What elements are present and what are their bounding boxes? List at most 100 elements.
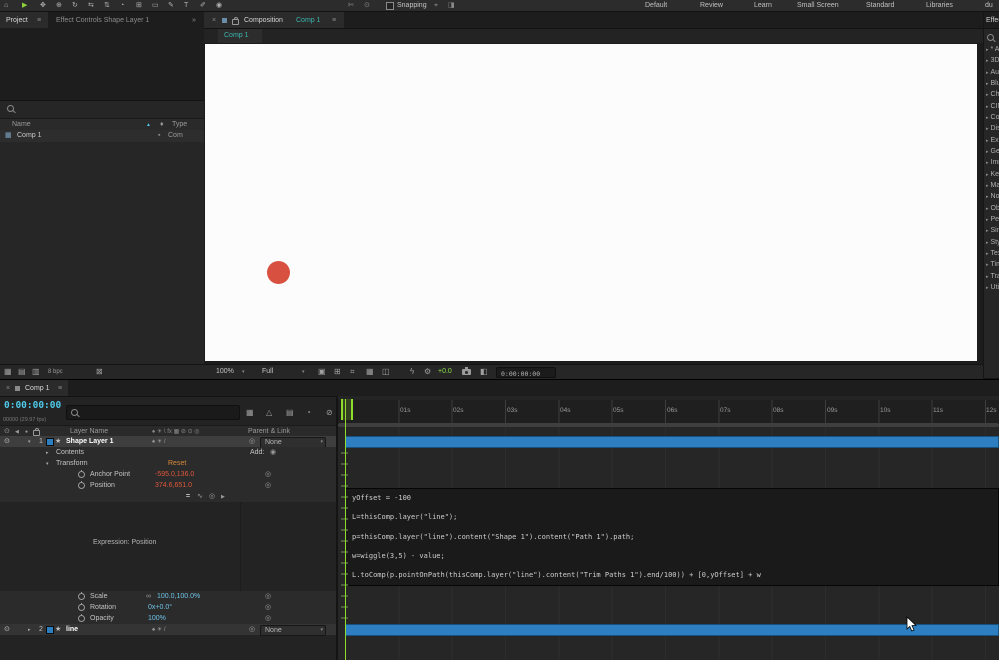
effects-category-obsolete[interactable]: ▸Obsolete (986, 205, 999, 212)
effects-category-immersive[interactable]: ▸Immersive Video (986, 159, 999, 166)
show-snapshot-icon[interactable]: ◧ (480, 367, 488, 377)
effects-search-icon[interactable] (987, 34, 994, 41)
workspace-libraries[interactable]: Libraries (926, 1, 953, 11)
pan-behind-tool-icon[interactable]: ⊞ (136, 1, 142, 10)
frame-blending-icon[interactable]: ◔ (306, 408, 311, 418)
expression-editor[interactable]: yOffset = -100 L=thisComp.layer("line");… (345, 488, 999, 586)
property-row-rotation[interactable]: Rotation 0x+0.0° ◎ (0, 602, 338, 613)
red-ball-shape[interactable] (267, 261, 290, 284)
hide-shy-layers-icon[interactable]: ▤ (286, 408, 294, 418)
snapshot-camera-icon[interactable] (462, 367, 471, 375)
transform-twirl-icon[interactable]: ▾ (46, 459, 49, 469)
layer-row-2[interactable]: ⊙ ▸ 2 ★ line ♠ ☀ / ◎ None ▾ (0, 624, 338, 636)
effects-category-noise-grain[interactable]: ▸Noise & Grain (986, 193, 999, 200)
property-opacity-label[interactable]: Opacity (90, 614, 114, 624)
layer-bar-shape-layer-1[interactable] (345, 436, 999, 448)
snap-option-icon[interactable]: ⌖ (434, 1, 438, 10)
parent-pickwhip-icon[interactable]: ◎ (249, 437, 255, 447)
effects-category-3d-channel[interactable]: ▸3D Channel (986, 57, 999, 64)
layer-switches[interactable]: ♠ ☀ / (152, 625, 166, 635)
snap-option2-icon[interactable]: ◨ (448, 1, 455, 10)
hand-tool-icon[interactable]: ✥ (40, 1, 46, 10)
stopwatch-icon[interactable] (78, 470, 85, 478)
layer-twirl-icon[interactable]: ▸ (28, 625, 31, 635)
workspace-review[interactable]: Review (700, 1, 723, 11)
dolly-camera-tool-icon[interactable]: ⇅ (104, 1, 110, 10)
transparency-grid-icon[interactable]: ▦ (366, 367, 374, 377)
property-scale-label[interactable]: Scale (90, 592, 108, 602)
tab-project[interactable]: Project (6, 16, 28, 26)
parent-pickwhip-icon[interactable]: ◎ (249, 625, 255, 635)
effects-category-time[interactable]: ▸Time (986, 261, 999, 268)
add-menu-icon[interactable]: ◉ (270, 448, 276, 458)
property-pickwhip-icon[interactable]: ◎ (265, 481, 271, 491)
property-row-contents[interactable]: ▸ Contents Add: ◉ (0, 447, 338, 458)
layer-color-swatch[interactable] (46, 438, 54, 446)
tab-effects-presets[interactable]: Effects & Presets (986, 16, 999, 26)
effects-category-color-correction[interactable]: ▸Color Correction (986, 114, 999, 121)
time-ruler[interactable]: 01s 02s 03s 04s 05s 06s 07s 08s 09s 10s … (338, 400, 999, 424)
effects-category-keying[interactable]: ▸Keying (986, 171, 999, 178)
property-row-transform[interactable]: ▾ Transform Reset (0, 458, 338, 469)
stopwatch-icon[interactable] (78, 592, 85, 600)
property-row-scale[interactable]: Scale ∞ 100.0,100.0% ◎ (0, 591, 338, 602)
property-pickwhip-icon[interactable]: ◎ (265, 592, 271, 602)
workspace-default[interactable]: Default (645, 1, 667, 11)
current-time-indicator[interactable] (341, 399, 353, 420)
layer-color-swatch[interactable] (46, 626, 54, 634)
effects-category-simulation[interactable]: ▸Simulation (986, 227, 999, 234)
effects-category-blur-sharpen[interactable]: ▸Blur & Sharpen (986, 80, 999, 87)
layer-row-1[interactable]: ⊙ ▾ 1 ★ Shape Layer 1 ♠ ☀ / ◎ None ▾ (0, 436, 338, 448)
effects-category-stylize[interactable]: ▸Stylize (986, 239, 999, 246)
roto-brush-tool-icon[interactable]: ✄ (348, 1, 354, 10)
anchor-point-value[interactable]: -595.0,136.0 (155, 470, 194, 480)
trash-icon[interactable]: ⊠ (96, 367, 103, 377)
resolution-caret-icon[interactable]: ▾ (302, 367, 305, 377)
color-depth-label[interactable]: 8 bpc (48, 367, 63, 377)
playhead-line[interactable] (345, 399, 346, 660)
draft-3d-icon[interactable]: △ (266, 408, 272, 418)
snapping-checkbox[interactable] (386, 2, 394, 10)
selection-tool-icon[interactable]: ▶ (22, 1, 27, 10)
pen-tool-icon[interactable]: ✎ (168, 1, 174, 10)
constrain-proportions-icon[interactable]: ∞ (146, 592, 151, 602)
workspace-standard[interactable]: Standard (866, 1, 894, 11)
new-folder-icon[interactable]: ▤ (18, 367, 26, 377)
effects-category-distort[interactable]: ▸Distort (986, 125, 999, 132)
project-panel-menu-icon[interactable]: ≡ (37, 16, 41, 26)
rotation-value[interactable]: 0x+0.0° (148, 603, 172, 613)
project-search-input[interactable] (0, 100, 204, 116)
timeline-tab-close-icon[interactable]: × (6, 384, 10, 394)
sort-ascending-icon[interactable]: ▲ (146, 120, 151, 130)
clone-stamp-tool-icon[interactable]: ◉ (216, 1, 222, 10)
layer-twirl-icon[interactable]: ▾ (28, 437, 31, 447)
expression-language-menu-icon[interactable]: ▶ (221, 492, 225, 502)
layer-visibility-icon[interactable]: ⊙ (4, 437, 10, 447)
property-contents-label[interactable]: Contents (56, 448, 84, 458)
parent-dropdown[interactable]: None ▾ (260, 625, 326, 636)
fast-previews-icon[interactable]: ϟ (410, 367, 414, 377)
workspace-overflow-label[interactable]: du (985, 1, 993, 11)
opacity-value[interactable]: 100% (148, 614, 166, 624)
position-value[interactable]: 374.6,651.0 (155, 481, 192, 491)
tab-effect-controls[interactable]: Effect Controls Shape Layer 1 (56, 16, 186, 26)
label-column-icon[interactable]: ♦ (160, 120, 164, 130)
effects-category-audio[interactable]: ▸Audio (986, 69, 999, 76)
effects-category-matte[interactable]: ▸Matte (986, 182, 999, 189)
zoom-tool-icon[interactable]: ⊕ (56, 1, 62, 10)
type-tool-icon[interactable]: T (184, 1, 188, 10)
reset-link[interactable]: Reset (168, 459, 186, 469)
contents-twirl-icon[interactable]: ▸ (46, 448, 49, 458)
property-position-label[interactable]: Position (90, 481, 115, 491)
composition-panel-menu-icon[interactable]: ≡ (332, 16, 336, 26)
effects-category-animation-presets[interactable]: ▸* Animation Presets (986, 46, 999, 53)
property-pickwhip-icon[interactable]: ◎ (265, 603, 271, 613)
comp-navigator-tab[interactable]: Comp 1 (218, 29, 262, 44)
grid-guides-icon[interactable]: ⊞ (334, 367, 341, 377)
rotation-tool-icon[interactable]: ◔ (120, 1, 124, 10)
exposure-value[interactable]: +0.0 (438, 367, 452, 377)
layer-visibility-icon[interactable]: ⊙ (4, 625, 10, 635)
interpret-footage-icon[interactable]: ▦ (4, 367, 12, 377)
close-tab-icon[interactable]: × (212, 16, 216, 26)
expression-enable-icon[interactable]: = (186, 492, 190, 502)
